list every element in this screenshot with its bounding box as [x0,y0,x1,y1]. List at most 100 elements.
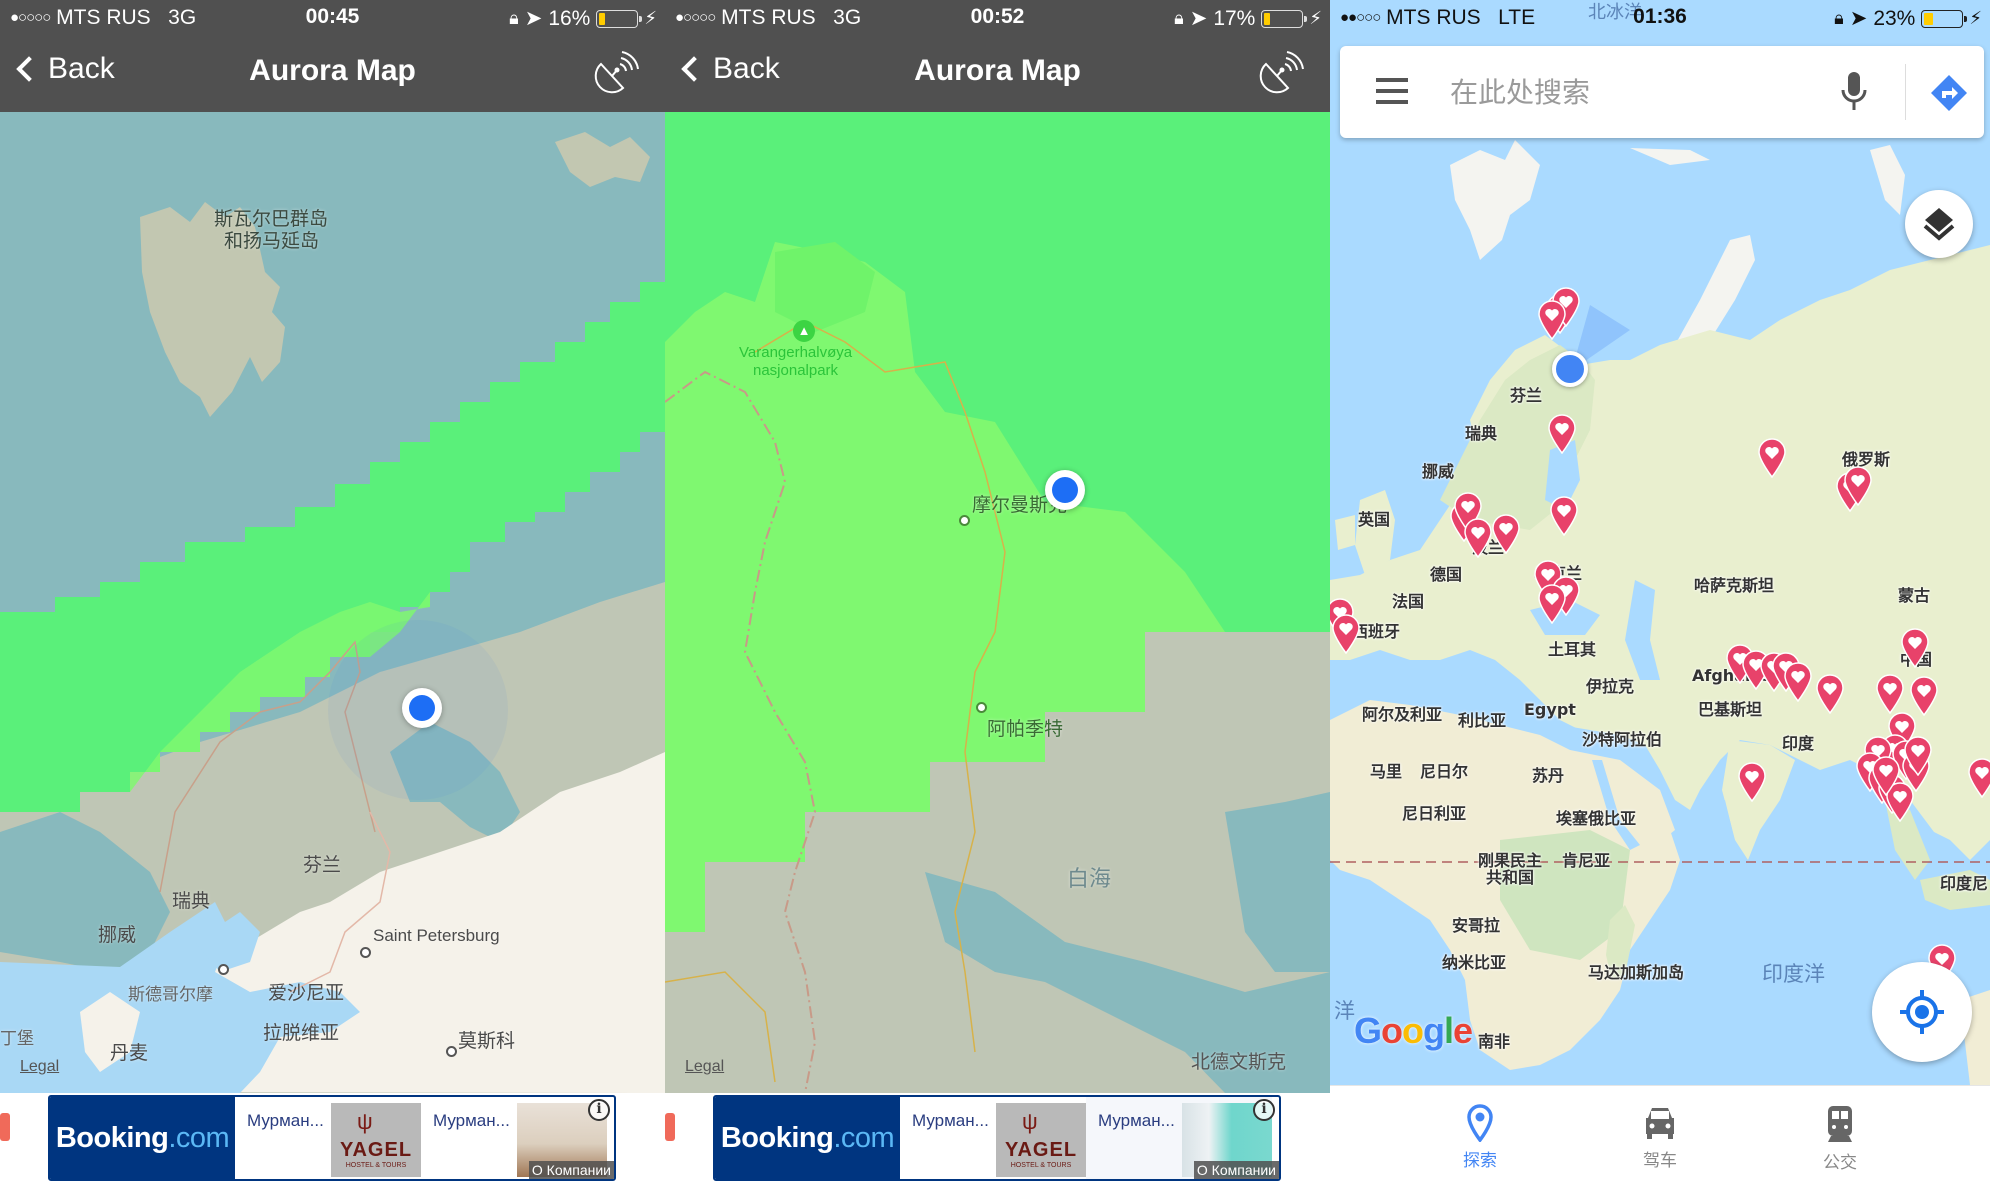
satellite-dish-icon[interactable] [1258,50,1304,96]
booking-ad[interactable]: Booking .com Мурман... ψ YAGEL HOSTEL & T… [48,1095,616,1181]
car-icon [1646,1108,1674,1139]
tab-label: 驾车 [1643,1151,1677,1171]
tab-explore[interactable]: 探索 [1420,1086,1540,1182]
about-company-label[interactable]: О Компании [1193,1161,1279,1179]
booking-logo: Booking .com [50,1097,235,1179]
map-label-drc-2: 共和国 [1486,868,1535,887]
divider [1905,64,1906,120]
map-label-algeria: 阿尔及利亚 [1362,705,1443,724]
map-label-apatity: 阿帕季特 [987,719,1064,740]
battery-fill [1924,12,1933,25]
city-dot [218,964,229,975]
charging-icon: ⚡︎ [1309,8,1322,28]
location-arrow-icon: ➤ [1189,7,1208,30]
satellite-dish-icon[interactable] [593,50,639,96]
tab-transit[interactable]: 公交 [1780,1086,1900,1182]
booking-ad[interactable]: Booking .com Мурман... ψ YAGEL HOSTEL & T… [713,1095,1281,1181]
layers-button[interactable] [1905,190,1973,258]
favorite-pin[interactable] [1491,514,1521,554]
map-label-germany: 德国 [1430,565,1463,584]
map-label-white-sea: 白海 [1067,866,1112,891]
google-maps-screen: 北冰洋 芬兰 瑞典 挪威 俄罗斯 英国 波兰 德国 乌克兰 法国 哈萨克斯坦 蒙… [1330,0,1990,1182]
aurora-map-screen-2: ▲ Varangerhalvøya nasjonalpark 摩尔曼斯克 阿帕季… [665,0,1330,1182]
aurora-map-view[interactable]: ▲ Varangerhalvøya nasjonalpark 摩尔曼斯克 阿帕季… [665,112,1330,1093]
ad-item-name: Мурман... [433,1111,510,1130]
favorite-pin[interactable] [1967,758,1990,798]
search-input[interactable] [1450,64,1810,120]
franz-josef-land [1630,148,1710,165]
favorite-pin[interactable] [1331,614,1361,654]
favorite-pin[interactable] [1843,466,1873,506]
microphone-icon[interactable] [1840,70,1868,114]
map-label-denmark: 丹麦 [110,1043,149,1064]
city-dot [976,702,987,713]
menu-icon[interactable] [1376,78,1408,104]
map-label-angola: 安哥拉 [1452,916,1501,935]
tab-driving[interactable]: 驾车 [1600,1086,1720,1182]
map-label-iraq: 伊拉克 [1586,677,1635,696]
favorite-pin[interactable] [1547,414,1577,454]
about-company-label[interactable]: О Компании [528,1161,614,1179]
map-label-niger: 尼日尔 [1420,762,1469,781]
battery-icon [596,9,643,28]
legal-link[interactable]: Legal [20,1058,59,1076]
favorite-pin[interactable] [1909,676,1939,716]
my-location-button[interactable] [1872,962,1972,1062]
map-label-saint-petersburg: Saint Petersburg [373,926,500,945]
ad-item[interactable]: Мурман... ψ YAGEL HOSTEL & TOURS [900,1097,1086,1179]
favorite-pin[interactable] [1537,300,1567,340]
map-label-park: Varangerhalvøya [739,344,853,361]
legal-link[interactable]: Legal [685,1058,724,1076]
favorite-pin[interactable] [1737,762,1767,802]
map-label-finland: 芬兰 [303,855,342,876]
tab-label: 探索 [1463,1151,1497,1171]
aurora-map-view[interactable]: 斯瓦尔巴群岛 和扬马延岛 芬兰 瑞典 挪威 Saint Petersburg 斯… [0,112,665,1093]
map-label-mali: 马里 [1370,762,1403,781]
favorite-pin[interactable] [1815,674,1845,714]
page-title: Aurora Map [249,54,416,87]
favorite-pin[interactable] [1757,438,1787,478]
favorite-pin[interactable] [1903,736,1933,776]
map-label-stockholm: 斯德哥尔摩 [128,985,213,1004]
ad-handle[interactable] [665,1113,675,1141]
info-icon[interactable]: i [1253,1099,1275,1121]
favorite-pin[interactable] [1871,756,1901,796]
city-dot [959,515,970,526]
battery-percent: 23% [1873,6,1916,30]
ad-banner-area: Booking .com Мурман... ψ YAGEL HOSTEL & T… [0,1093,665,1182]
favorite-pin[interactable] [1783,662,1813,702]
favorite-pin[interactable] [1549,496,1579,536]
favorite-pin[interactable] [1900,628,1930,668]
layers-icon [1923,208,1955,241]
favorite-pin[interactable] [1463,518,1493,558]
map-label-sudan: 苏丹 [1532,766,1565,785]
favorite-pin[interactable] [1875,674,1905,714]
antler-icon: ψ [357,1109,373,1134]
ad-item[interactable]: Мурман... ψ YAGEL HOSTEL & TOURS [235,1097,421,1179]
map-label-turkey: 土耳其 [1548,640,1597,659]
status-bar: ●○○○○ MTS RUS 3G 00:52 🔒︎ ➤ 17% ⚡︎ [665,0,1330,36]
city-dot [360,947,371,958]
map-label-namibia: 纳米比亚 [1442,953,1507,972]
user-location-dot [402,688,442,728]
rotation-lock-icon: 🔒︎ [1834,8,1844,28]
favorite-pin[interactable] [1537,584,1567,624]
location-arrow-icon: ➤ [524,7,543,30]
svalbard-land [1450,140,1540,260]
map-label-kenya: 肯尼亚 [1562,851,1611,870]
google-map-view[interactable]: 北冰洋 芬兰 瑞典 挪威 俄罗斯 英国 波兰 德国 乌克兰 法国 哈萨克斯坦 蒙… [1330,0,1990,1085]
train-icon [1828,1106,1852,1142]
park-tree-icon: ▲ [793,320,815,342]
info-icon[interactable]: i [588,1099,610,1121]
map-label-kazakhstan: 哈萨克斯坦 [1694,576,1775,595]
charging-icon: ⚡︎ [1969,8,1982,28]
directions-icon[interactable] [1930,74,1968,112]
crosshair-icon [1900,990,1944,1034]
map-label-norway: 挪威 [1422,462,1455,481]
map-label-pakistan: 巴基斯坦 [1698,700,1763,719]
location-arrow-icon: ➤ [1849,7,1868,30]
ad-handle[interactable] [0,1113,10,1141]
city-dot [446,1046,457,1057]
map-label-severodvinsk: 北德文斯克 [1191,1052,1287,1073]
battery-icon [1921,9,1968,28]
